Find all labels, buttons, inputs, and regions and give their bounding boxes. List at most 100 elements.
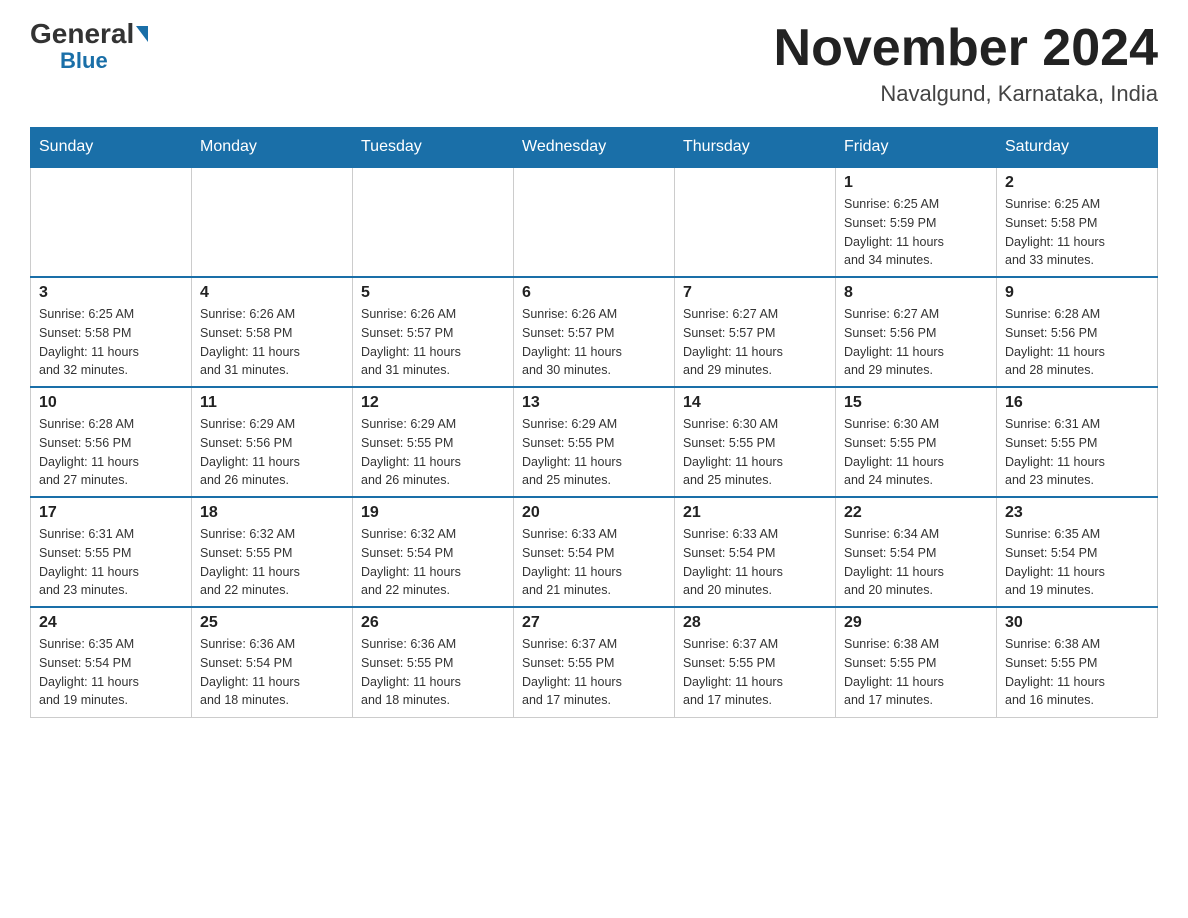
day-number: 21 bbox=[683, 504, 827, 522]
calendar-week-row: 24Sunrise: 6:35 AM Sunset: 5:54 PM Dayli… bbox=[31, 607, 1158, 717]
calendar-day-cell: 4 Sunrise: 6:26 AM Sunset: 5:58 PM Daylig… bbox=[192, 277, 353, 387]
title-section: November 2024 Navalgund, Karnataka, Indi… bbox=[774, 20, 1158, 107]
day-number: 20 bbox=[522, 504, 666, 522]
day-number: 17 bbox=[39, 504, 183, 522]
day-info: Sunrise: 6:33 AM Sunset: 5:54 PM Dayligh… bbox=[522, 525, 666, 600]
day-info: Sunrise: 6:26 AM Sunset: 5:57 PM Dayligh… bbox=[522, 305, 666, 380]
calendar-day-cell: 7 Sunrise: 6:27 AM Sunset: 5:57 PM Daylig… bbox=[675, 277, 836, 387]
logo-triangle-icon bbox=[136, 26, 148, 42]
calendar-day-cell: 26 Sunrise: 6:36 AM Sunset: 5:55 PM Dayli… bbox=[353, 607, 514, 717]
day-info: Sunrise: 6:31 AM Sunset: 5:55 PM Dayligh… bbox=[39, 525, 183, 600]
day-info: Sunrise: 6:30 AM Sunset: 5:55 PM Dayligh… bbox=[683, 415, 827, 490]
day-number: 14 bbox=[683, 394, 827, 412]
day-number: 8 bbox=[844, 284, 988, 302]
calendar-day-cell: 6 Sunrise: 6:26 AM Sunset: 5:57 PM Daylig… bbox=[514, 277, 675, 387]
weekday-header-sunday: Sunday bbox=[31, 128, 192, 168]
weekday-header-thursday: Thursday bbox=[675, 128, 836, 168]
day-number: 7 bbox=[683, 284, 827, 302]
day-number: 15 bbox=[844, 394, 988, 412]
day-number: 10 bbox=[39, 394, 183, 412]
calendar-week-row: 1 Sunrise: 6:25 AM Sunset: 5:59 PM Daylig… bbox=[31, 167, 1158, 277]
day-number: 4 bbox=[200, 284, 344, 302]
calendar-day-cell bbox=[353, 167, 514, 277]
day-number: 24 bbox=[39, 614, 183, 632]
calendar-day-cell: 3 Sunrise: 6:25 AM Sunset: 5:58 PM Daylig… bbox=[31, 277, 192, 387]
day-info: Sunrise: 6:36 AM Sunset: 5:55 PM Dayligh… bbox=[361, 635, 505, 710]
calendar-day-cell: 11 Sunrise: 6:29 AM Sunset: 5:56 PM Dayli… bbox=[192, 387, 353, 497]
day-number: 16 bbox=[1005, 394, 1149, 412]
calendar-day-cell: 12 Sunrise: 6:29 AM Sunset: 5:55 PM Dayli… bbox=[353, 387, 514, 497]
day-info: Sunrise: 6:28 AM Sunset: 5:56 PM Dayligh… bbox=[39, 415, 183, 490]
day-info: Sunrise: 6:29 AM Sunset: 5:55 PM Dayligh… bbox=[522, 415, 666, 490]
day-info: Sunrise: 6:32 AM Sunset: 5:55 PM Dayligh… bbox=[200, 525, 344, 600]
day-info: Sunrise: 6:28 AM Sunset: 5:56 PM Dayligh… bbox=[1005, 305, 1149, 380]
calendar-day-cell bbox=[31, 167, 192, 277]
calendar-day-cell: 18 Sunrise: 6:32 AM Sunset: 5:55 PM Dayli… bbox=[192, 497, 353, 607]
day-number: 18 bbox=[200, 504, 344, 522]
calendar-day-cell: 27 Sunrise: 6:37 AM Sunset: 5:55 PM Dayli… bbox=[514, 607, 675, 717]
day-info: Sunrise: 6:37 AM Sunset: 5:55 PM Dayligh… bbox=[522, 635, 666, 710]
day-number: 13 bbox=[522, 394, 666, 412]
calendar-day-cell: 1 Sunrise: 6:25 AM Sunset: 5:59 PM Daylig… bbox=[836, 167, 997, 277]
day-info: Sunrise: 6:38 AM Sunset: 5:55 PM Dayligh… bbox=[844, 635, 988, 710]
calendar-day-cell: 22Sunrise: 6:34 AM Sunset: 5:54 PM Dayli… bbox=[836, 497, 997, 607]
day-info: Sunrise: 6:25 AM Sunset: 5:58 PM Dayligh… bbox=[1005, 195, 1149, 270]
day-info: Sunrise: 6:26 AM Sunset: 5:57 PM Dayligh… bbox=[361, 305, 505, 380]
day-info: Sunrise: 6:27 AM Sunset: 5:57 PM Dayligh… bbox=[683, 305, 827, 380]
day-number: 29 bbox=[844, 614, 988, 632]
month-title: November 2024 bbox=[774, 20, 1158, 77]
logo: General Blue bbox=[30, 20, 148, 74]
day-number: 11 bbox=[200, 394, 344, 412]
day-number: 5 bbox=[361, 284, 505, 302]
logo-blue-text: Blue bbox=[60, 48, 108, 74]
calendar-day-cell: 2 Sunrise: 6:25 AM Sunset: 5:58 PM Daylig… bbox=[997, 167, 1158, 277]
calendar-day-cell: 25 Sunrise: 6:36 AM Sunset: 5:54 PM Dayli… bbox=[192, 607, 353, 717]
day-number: 26 bbox=[361, 614, 505, 632]
calendar-day-cell: 10 Sunrise: 6:28 AM Sunset: 5:56 PM Dayli… bbox=[31, 387, 192, 497]
day-info: Sunrise: 6:30 AM Sunset: 5:55 PM Dayligh… bbox=[844, 415, 988, 490]
calendar-day-cell: 14 Sunrise: 6:30 AM Sunset: 5:55 PM Dayli… bbox=[675, 387, 836, 497]
calendar-day-cell: 23 Sunrise: 6:35 AM Sunset: 5:54 PM Dayli… bbox=[997, 497, 1158, 607]
day-info: Sunrise: 6:29 AM Sunset: 5:55 PM Dayligh… bbox=[361, 415, 505, 490]
calendar-day-cell: 5 Sunrise: 6:26 AM Sunset: 5:57 PM Daylig… bbox=[353, 277, 514, 387]
day-number: 22 bbox=[844, 504, 988, 522]
calendar-day-cell: 19Sunrise: 6:32 AM Sunset: 5:54 PM Dayli… bbox=[353, 497, 514, 607]
weekday-header-monday: Monday bbox=[192, 128, 353, 168]
calendar-day-cell bbox=[675, 167, 836, 277]
day-number: 25 bbox=[200, 614, 344, 632]
calendar-week-row: 17 Sunrise: 6:31 AM Sunset: 5:55 PM Dayli… bbox=[31, 497, 1158, 607]
location-text: Navalgund, Karnataka, India bbox=[774, 81, 1158, 107]
calendar-week-row: 10 Sunrise: 6:28 AM Sunset: 5:56 PM Dayli… bbox=[31, 387, 1158, 497]
day-number: 6 bbox=[522, 284, 666, 302]
day-number: 30 bbox=[1005, 614, 1149, 632]
weekday-header-wednesday: Wednesday bbox=[514, 128, 675, 168]
day-info: Sunrise: 6:25 AM Sunset: 5:58 PM Dayligh… bbox=[39, 305, 183, 380]
calendar-day-cell: 17 Sunrise: 6:31 AM Sunset: 5:55 PM Dayli… bbox=[31, 497, 192, 607]
day-number: 1 bbox=[844, 174, 988, 192]
day-info: Sunrise: 6:35 AM Sunset: 5:54 PM Dayligh… bbox=[1005, 525, 1149, 600]
page-header: General Blue November 2024 Navalgund, Ka… bbox=[30, 20, 1158, 107]
day-number: 23 bbox=[1005, 504, 1149, 522]
calendar-day-cell: 30Sunrise: 6:38 AM Sunset: 5:55 PM Dayli… bbox=[997, 607, 1158, 717]
weekday-header-tuesday: Tuesday bbox=[353, 128, 514, 168]
calendar-week-row: 3 Sunrise: 6:25 AM Sunset: 5:58 PM Daylig… bbox=[31, 277, 1158, 387]
day-info: Sunrise: 6:31 AM Sunset: 5:55 PM Dayligh… bbox=[1005, 415, 1149, 490]
calendar-day-cell bbox=[514, 167, 675, 277]
day-info: Sunrise: 6:29 AM Sunset: 5:56 PM Dayligh… bbox=[200, 415, 344, 490]
day-number: 2 bbox=[1005, 174, 1149, 192]
day-number: 27 bbox=[522, 614, 666, 632]
calendar-table: SundayMondayTuesdayWednesdayThursdayFrid… bbox=[30, 127, 1158, 718]
day-number: 3 bbox=[39, 284, 183, 302]
logo-general-text: General bbox=[30, 20, 148, 48]
calendar-day-cell: 24Sunrise: 6:35 AM Sunset: 5:54 PM Dayli… bbox=[31, 607, 192, 717]
weekday-header-row: SundayMondayTuesdayWednesdayThursdayFrid… bbox=[31, 128, 1158, 168]
calendar-day-cell: 28Sunrise: 6:37 AM Sunset: 5:55 PM Dayli… bbox=[675, 607, 836, 717]
day-number: 12 bbox=[361, 394, 505, 412]
day-info: Sunrise: 6:36 AM Sunset: 5:54 PM Dayligh… bbox=[200, 635, 344, 710]
weekday-header-friday: Friday bbox=[836, 128, 997, 168]
calendar-day-cell: 13 Sunrise: 6:29 AM Sunset: 5:55 PM Dayli… bbox=[514, 387, 675, 497]
day-number: 19 bbox=[361, 504, 505, 522]
day-info: Sunrise: 6:26 AM Sunset: 5:58 PM Dayligh… bbox=[200, 305, 344, 380]
calendar-day-cell: 16 Sunrise: 6:31 AM Sunset: 5:55 PM Dayli… bbox=[997, 387, 1158, 497]
day-info: Sunrise: 6:25 AM Sunset: 5:59 PM Dayligh… bbox=[844, 195, 988, 270]
